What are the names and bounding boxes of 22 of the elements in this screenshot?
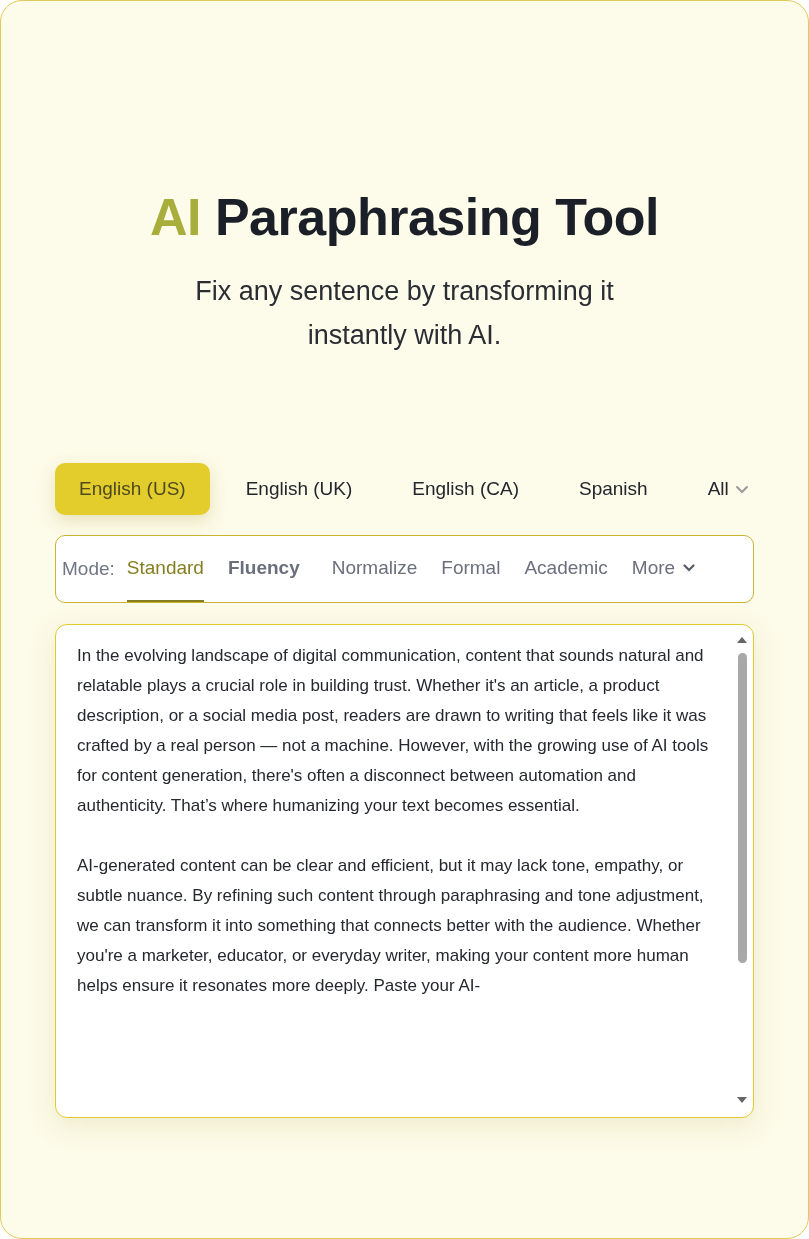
- editor-paragraph: AI-generated content can be clear and efficient, but it may lack tone, empathy, or subtle nuance. By refining such content through paraphrasing and tone adjustment, we can transform it into something that connects better with the audience. Whether you're a marketer, educator, or everyday writer, making your content more human helps ensure it resonates more deeply. Paste your AI-: [77, 855, 705, 997]
- language-tab[interactable]: English (UK): [221, 463, 377, 515]
- mode-label: Mode:: [62, 558, 115, 580]
- subtitle: Fix any sentence by transforming it instantly with AI.: [194, 275, 615, 352]
- scroll-up-icon[interactable]: [737, 637, 747, 643]
- scroll-down-icon[interactable]: [737, 1097, 747, 1103]
- language-tab[interactable]: English (US): [55, 463, 210, 515]
- mode-tab[interactable]: Standard: [126, 536, 204, 602]
- editor-paragraph: In the evolving landscape of digital communication, content that sounds natural and relatable plays a crucial role in building trust. Whether it's an article, a product description, or a social media post, readers are drawn to writing that feels like it was crafted by a real person — not a machine. However, with the growing use of AI tools for content generation, there's often a disconnect between automation and authenticity. That’s where humanizing your text becomes essential.: [77, 645, 710, 817]
- chevron-down-icon: [734, 484, 749, 494]
- mode-tab[interactable]: Normalize: [331, 536, 418, 602]
- mode-tab[interactable]: Academic: [524, 536, 608, 602]
- more-dropdown[interactable]: More: [631, 536, 696, 602]
- scrollbar-thumb[interactable]: [737, 653, 747, 963]
- language-dropdown[interactable]: All: [683, 463, 749, 515]
- mode-tab[interactable]: Formal: [441, 536, 501, 602]
- text-editor[interactable]: [55, 624, 754, 1118]
- chevron-down-icon: [683, 564, 696, 572]
- language-tab[interactable]: English (CA): [388, 463, 543, 515]
- mode-tab[interactable]: Fluency: [227, 536, 300, 602]
- page-title: AI Paraphrasing Tool: [148, 187, 661, 247]
- language-tab[interactable]: Spanish: [554, 463, 672, 515]
